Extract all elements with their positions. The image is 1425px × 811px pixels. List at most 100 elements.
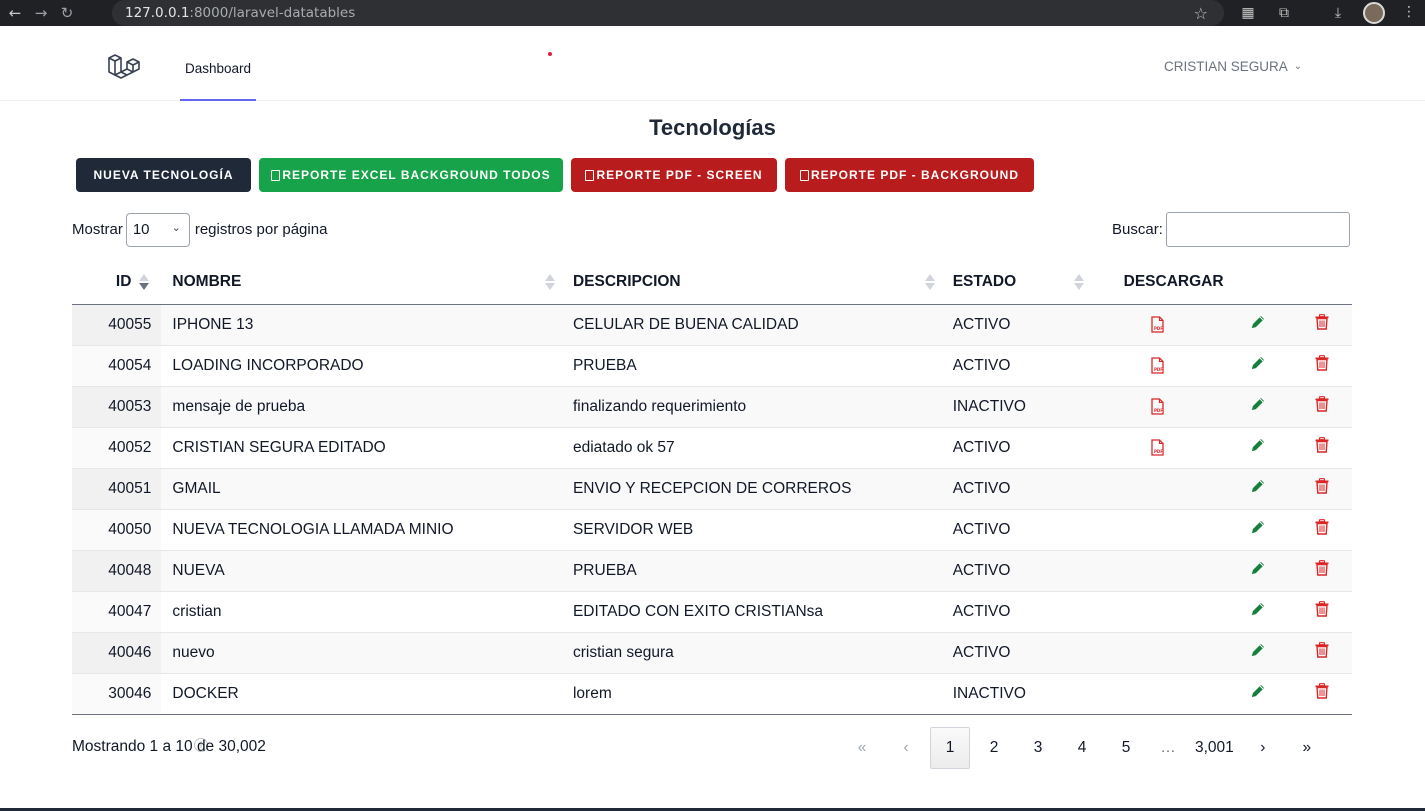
cell-edit xyxy=(1223,632,1293,674)
file-pdf-icon xyxy=(799,169,809,181)
pencil-icon[interactable] xyxy=(1250,355,1266,376)
trash-icon[interactable] xyxy=(1315,355,1329,376)
cell-estado: ACTIVO xyxy=(942,345,1092,387)
previous-page-button[interactable]: ‹ xyxy=(886,727,926,769)
pencil-icon[interactable] xyxy=(1250,478,1266,499)
trash-icon[interactable] xyxy=(1315,560,1329,581)
trash-icon[interactable] xyxy=(1315,601,1329,622)
last-page-button[interactable]: » xyxy=(1287,727,1327,769)
address-bar[interactable]: i 127.0.0.1:8000/laravel-datatables ☆ xyxy=(112,0,1224,752)
pencil-icon[interactable] xyxy=(1250,560,1266,581)
page-length-control: Mostrar 10 ⌄ registros por página xyxy=(72,212,327,247)
first-page-button[interactable]: « xyxy=(842,727,882,769)
pdf-screen-report-button[interactable]: REPORTE PDF - SCREEN xyxy=(571,158,777,192)
column-header-id[interactable]: ID xyxy=(72,261,162,305)
download-icon[interactable]: ⤓ xyxy=(1329,4,1347,22)
cell-id: 40053 xyxy=(72,386,162,428)
cell-id: 40048 xyxy=(72,550,162,592)
cell-download: PDF xyxy=(1091,345,1224,387)
page-length-select[interactable]: 10 xyxy=(125,212,190,247)
length-prefix: Mostrar xyxy=(72,221,123,238)
table-row: 40052 CRISTIAN SEGURA EDITADO ediatado ok … xyxy=(72,427,1352,469)
svg-text:PDF: PDF xyxy=(1154,326,1163,331)
pdf-background-report-button[interactable]: REPORTE PDF - BACKGROUND xyxy=(785,158,1034,192)
kebab-menu-icon[interactable]: ⋮ xyxy=(1402,4,1416,20)
file-pdf-icon[interactable]: PDF xyxy=(1151,439,1164,456)
profile-avatar[interactable] xyxy=(1363,2,1385,24)
trash-icon[interactable] xyxy=(1315,478,1329,499)
pagination: «‹ 1 2 3 4 5 … 3,001 ›» xyxy=(840,727,1329,769)
table-row: 40051 GMAIL ENVIO Y RECEPCION DE CORREROS A… xyxy=(72,468,1352,510)
search-input[interactable] xyxy=(1165,212,1350,247)
trash-icon[interactable] xyxy=(1315,314,1329,335)
sort-icon xyxy=(1073,274,1084,290)
pencil-icon[interactable] xyxy=(1250,437,1266,458)
cell-delete xyxy=(1292,468,1352,510)
cell-download xyxy=(1091,673,1224,715)
trash-icon[interactable] xyxy=(1315,519,1329,540)
header-label: DESCARGAR xyxy=(1123,273,1224,291)
forward-arrow-icon[interactable]: → xyxy=(28,0,54,26)
table-row: 40050 NUEVA TECNOLOGIA LLAMADA MINIO SERVI… xyxy=(72,509,1352,551)
technologies-table: ID NOMBRE DESCRIPCION ESTADO DESCARGAR 4… xyxy=(72,261,1352,715)
sort-desc-icon xyxy=(139,274,150,290)
column-header-descripcion[interactable]: DESCRIPCION xyxy=(562,261,943,305)
pencil-icon[interactable] xyxy=(1250,642,1266,663)
back-arrow-icon[interactable]: ← xyxy=(2,0,28,26)
cell-download xyxy=(1091,468,1224,510)
page-button-5[interactable]: 5 xyxy=(1106,727,1146,769)
reload-icon[interactable]: ↻ xyxy=(54,0,80,26)
table-row: 40047 cristian EDITADO CON EXITO CRISTIANs… xyxy=(72,591,1352,633)
table-header-row: ID NOMBRE DESCRIPCION ESTADO DESCARGAR xyxy=(72,261,1352,305)
url-text[interactable]: 127.0.0.1:8000/laravel-datatables xyxy=(125,5,355,21)
trash-icon[interactable] xyxy=(1315,642,1329,663)
file-pdf-icon xyxy=(585,169,595,181)
trash-icon[interactable] xyxy=(1315,683,1329,704)
cell-edit xyxy=(1223,468,1293,510)
file-pdf-icon[interactable]: PDF xyxy=(1151,316,1164,333)
cell-delete xyxy=(1292,386,1352,428)
page-button-3001[interactable]: 3,001 xyxy=(1190,727,1239,769)
file-pdf-icon[interactable]: PDF xyxy=(1151,398,1164,415)
trash-icon[interactable] xyxy=(1315,396,1329,417)
page-button-1[interactable]: 1 xyxy=(930,727,970,769)
cell-nombre: nuevo xyxy=(161,632,563,674)
pencil-icon[interactable] xyxy=(1250,601,1266,622)
bookmark-star-icon[interactable]: ☆ xyxy=(1194,4,1208,23)
pencil-icon[interactable] xyxy=(1250,519,1266,540)
column-header-descargar: DESCARGAR xyxy=(1091,261,1224,305)
excel-report-button[interactable]: REPORTE EXCEL BACKGROUND TODOS xyxy=(259,158,563,192)
page-button-3[interactable]: 3 xyxy=(1018,727,1058,769)
extensions-icon[interactable]: ⧉ xyxy=(1275,4,1293,22)
column-header-nombre[interactable]: NOMBRE xyxy=(161,261,563,305)
file-pdf-icon[interactable]: PDF xyxy=(1151,357,1164,374)
svg-text:PDF: PDF xyxy=(1154,408,1163,413)
cell-descripcion: PRUEBA xyxy=(562,345,943,387)
laravel-logo[interactable] xyxy=(107,53,141,87)
qr-code-icon[interactable]: ▦ xyxy=(1239,4,1257,22)
nav-link-dashboard[interactable]: Dashboard xyxy=(180,37,256,101)
cell-estado: ACTIVO xyxy=(942,509,1092,551)
column-header-estado[interactable]: ESTADO xyxy=(942,261,1092,305)
cell-descripcion: ediatado ok 57 xyxy=(562,427,943,469)
cell-edit xyxy=(1223,345,1293,387)
trash-icon[interactable] xyxy=(1315,437,1329,458)
cell-edit xyxy=(1223,304,1293,346)
cell-download xyxy=(1091,550,1224,592)
page-button-4[interactable]: 4 xyxy=(1062,727,1102,769)
cell-id: 40052 xyxy=(72,427,162,469)
cell-delete xyxy=(1292,591,1352,633)
pencil-icon[interactable] xyxy=(1250,314,1266,335)
cell-delete xyxy=(1292,550,1352,592)
cell-delete xyxy=(1292,345,1352,387)
pencil-icon[interactable] xyxy=(1250,683,1266,704)
cell-nombre: cristian xyxy=(161,591,563,633)
cell-descripcion: ENVIO Y RECEPCION DE CORREROS xyxy=(562,468,943,510)
new-technology-button[interactable]: NUEVA TECNOLOGÍA xyxy=(76,158,251,192)
page-button-2[interactable]: 2 xyxy=(974,727,1014,769)
user-dropdown[interactable]: CRISTIAN SEGURA ⌄ xyxy=(1164,59,1302,74)
pencil-icon[interactable] xyxy=(1250,396,1266,417)
next-page-button[interactable]: › xyxy=(1243,727,1283,769)
cell-estado: INACTIVO xyxy=(942,386,1092,428)
search-control: Buscar: xyxy=(1112,212,1350,247)
